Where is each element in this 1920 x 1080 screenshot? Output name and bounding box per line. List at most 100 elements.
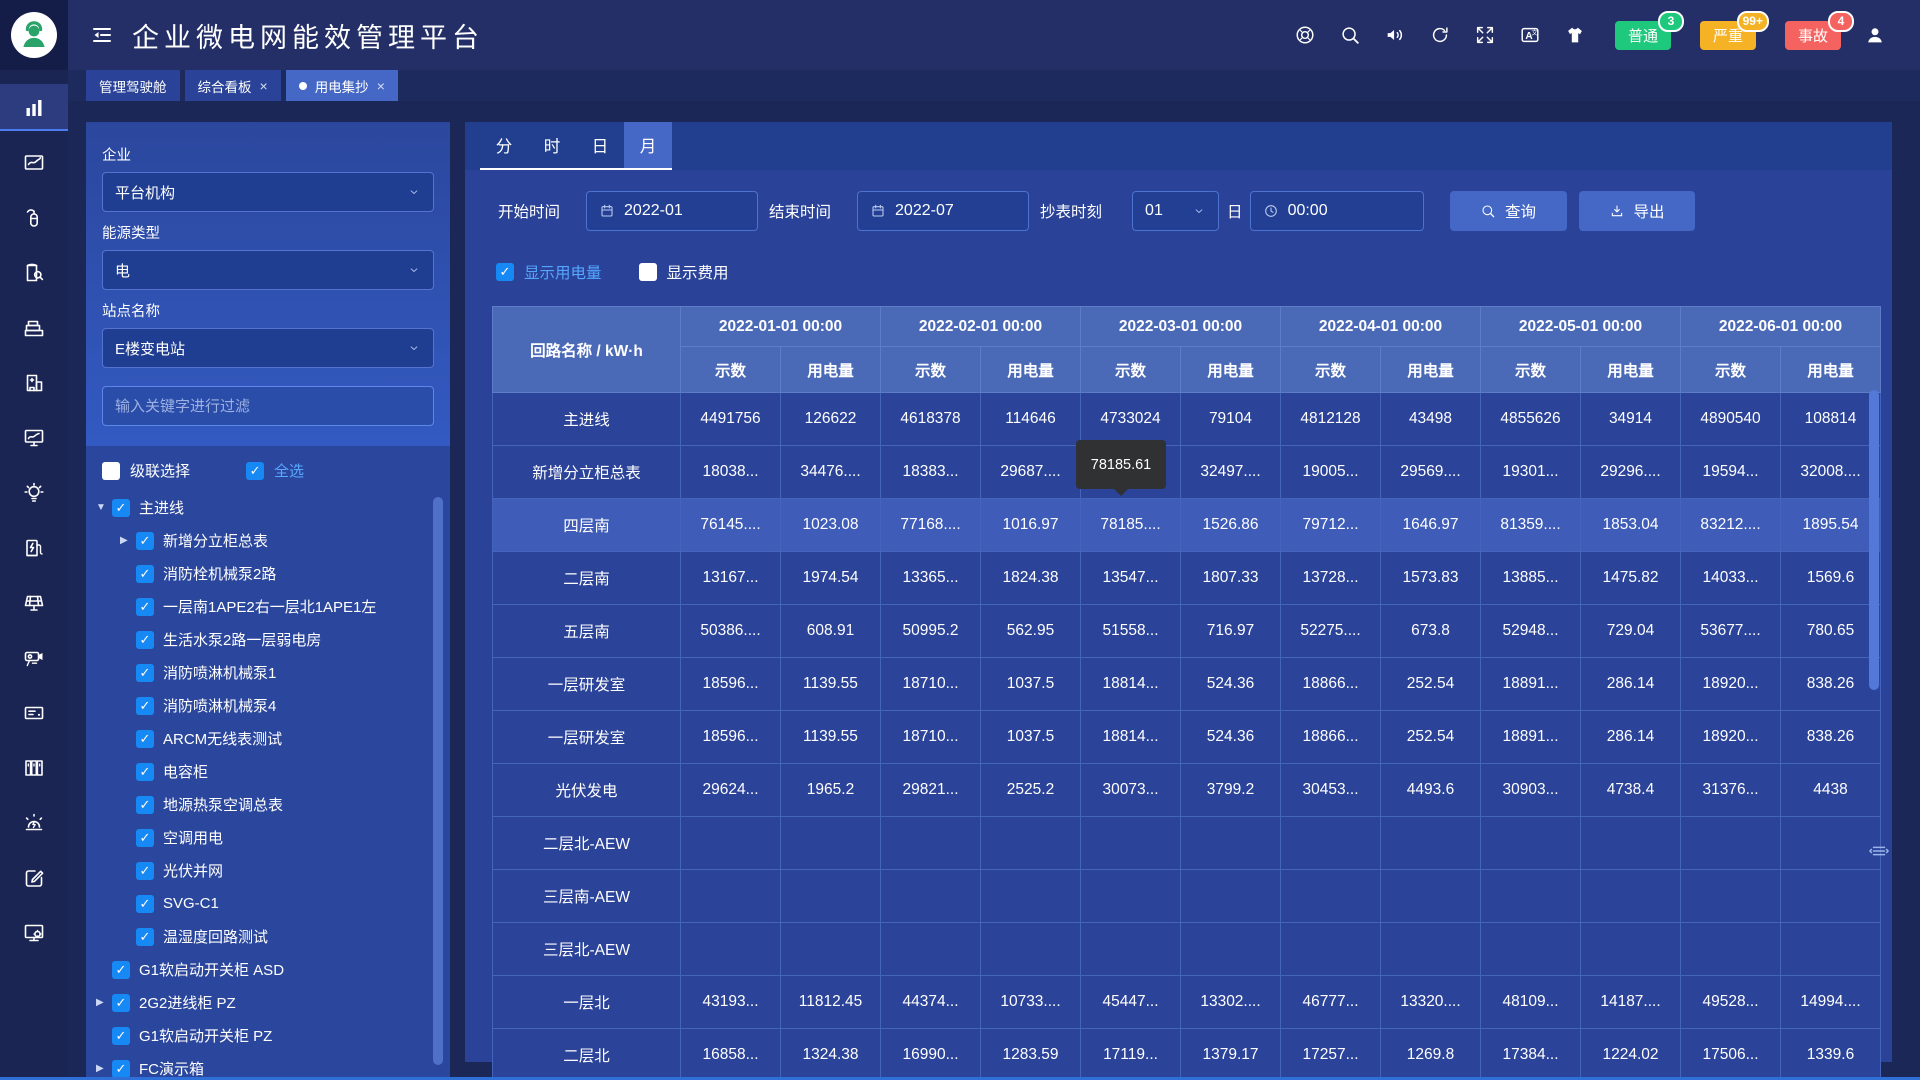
nav-tab-0[interactable]: 管理驾驶舱 <box>86 70 180 101</box>
sidebar-item-screen-settings[interactable] <box>0 909 68 956</box>
nav-tab-1[interactable]: 综合看板× <box>185 70 281 101</box>
tree-item-checkbox[interactable]: ✓ <box>136 598 154 616</box>
end-date-input[interactable]: 2022-07 <box>857 191 1029 231</box>
show-energy-checkbox[interactable]: ✓ <box>496 263 514 281</box>
table-row[interactable]: 四层南76145....1023.0877168....1016.9778185… <box>493 499 1881 552</box>
tree-item-checkbox[interactable]: ✓ <box>136 928 154 946</box>
caret-right-icon[interactable]: ▶ <box>96 1063 112 1074</box>
meter-day-select[interactable]: 01 <box>1132 191 1219 231</box>
language-icon[interactable]: A文 <box>1519 24 1541 46</box>
tree-search-input[interactable] <box>102 386 434 426</box>
sidebar-item-monitor-chart[interactable] <box>0 414 68 461</box>
tree-item[interactable]: ✓SVG-C1 <box>96 887 450 920</box>
sound-icon[interactable] <box>1384 24 1406 46</box>
sidebar-item-bulb[interactable] <box>0 469 68 516</box>
show-cost-checkbox[interactable] <box>639 263 657 281</box>
tree-item[interactable]: ✓ARCM无线表测试 <box>96 722 450 755</box>
tree-item[interactable]: ✓消防喷淋机械泵4 <box>96 689 450 722</box>
tree-item[interactable]: ✓消防喷淋机械泵1 <box>96 656 450 689</box>
tree-item-checkbox[interactable]: ✓ <box>112 1060 130 1078</box>
tree-item-checkbox[interactable]: ✓ <box>136 895 154 913</box>
app-logo[interactable] <box>11 12 57 58</box>
table-row[interactable]: 主进线4491756126622461837811464647330247910… <box>493 393 1881 446</box>
query-button[interactable]: 查询 <box>1450 191 1567 231</box>
tree-scrollbar-thumb[interactable] <box>433 497 443 1065</box>
sidebar-item-edit[interactable] <box>0 854 68 901</box>
energy-type-select[interactable]: 电 <box>102 250 434 290</box>
tree-item-checkbox[interactable]: ✓ <box>136 829 154 847</box>
tree-item[interactable]: ✓消防栓机械泵2路 <box>96 557 450 590</box>
tree-item[interactable]: ✓一层南1APE2右一层北1APE1左 <box>96 590 450 623</box>
tree-item[interactable]: ✓G1软启动开关柜 PZ <box>96 1019 450 1052</box>
tree-item-checkbox[interactable]: ✓ <box>136 697 154 715</box>
start-date-input[interactable]: 2022-01 <box>586 191 758 231</box>
close-tab-icon[interactable]: × <box>377 78 385 94</box>
collapse-sidebar-icon[interactable] <box>90 23 114 47</box>
tree-item[interactable]: ✓温湿度回路测试 <box>96 920 450 953</box>
sidebar-item-solar-panel[interactable] <box>0 579 68 626</box>
station-select[interactable]: E楼变电站 <box>102 328 434 368</box>
company-select[interactable]: 平台机构 <box>102 172 434 212</box>
period-tab-month[interactable]: 月 <box>624 122 672 168</box>
sidebar-item-trend-chart[interactable] <box>0 139 68 186</box>
tree-item-checkbox[interactable]: ✓ <box>136 730 154 748</box>
table-row[interactable]: 一层研发室18596...1139.5518710...1037.518814.… <box>493 658 1881 711</box>
tree-item-checkbox[interactable]: ✓ <box>136 862 154 880</box>
caret-right-icon[interactable]: ▶ <box>96 997 112 1008</box>
refresh-icon[interactable] <box>1429 24 1451 46</box>
tree-item[interactable]: ✓光伏并网 <box>96 854 450 887</box>
tree-item[interactable]: ✓地源热泵空调总表 <box>96 788 450 821</box>
nav-tab-2[interactable]: 用电集抄× <box>286 70 398 101</box>
tree-item-checkbox[interactable]: ✓ <box>112 499 130 517</box>
export-button[interactable]: 导出 <box>1579 191 1695 231</box>
period-tab-day[interactable]: 日 <box>576 122 624 168</box>
sidebar-item-building[interactable] <box>0 359 68 406</box>
tree-item[interactable]: ▶✓2G2进线柜 PZ <box>96 986 450 1019</box>
sidebar-item-cabinet[interactable] <box>0 744 68 791</box>
user-icon[interactable] <box>1864 24 1886 46</box>
table-row[interactable]: 一层研发室18596...1139.5518710...1037.518814.… <box>493 711 1881 764</box>
sidebar-item-inspection[interactable] <box>0 249 68 296</box>
sidebar-item-ev-charger[interactable] <box>0 524 68 571</box>
table-vertical-scrollbar-thumb[interactable] <box>1869 390 1879 690</box>
table-row[interactable]: 五层南50386....608.9150995.2562.9551558...7… <box>493 605 1881 658</box>
tree-item-checkbox[interactable]: ✓ <box>136 565 154 583</box>
alarm-badge-1[interactable]: 严重99+ <box>1700 21 1756 50</box>
caret-down-icon[interactable]: ▼ <box>96 502 112 513</box>
sidebar-item-bar-chart[interactable] <box>0 84 68 131</box>
fullscreen-icon[interactable] <box>1474 24 1496 46</box>
alarm-badge-0[interactable]: 普通3 <box>1615 21 1671 50</box>
cascade-checkbox[interactable] <box>102 462 120 480</box>
tree-item-checkbox[interactable]: ✓ <box>136 532 154 550</box>
help-icon[interactable] <box>1294 24 1316 46</box>
sidebar-item-server[interactable] <box>0 689 68 736</box>
close-tab-icon[interactable]: × <box>260 78 268 94</box>
tree-item[interactable]: ✓空调用电 <box>96 821 450 854</box>
table-row[interactable]: 三层南-AEW <box>493 870 1881 923</box>
tree-item[interactable]: ▼✓主进线 <box>96 491 450 524</box>
caret-right-icon[interactable]: ▶ <box>120 535 136 546</box>
tree-item-checkbox[interactable]: ✓ <box>112 1027 130 1045</box>
sidebar-item-alarm[interactable] <box>0 799 68 846</box>
meter-clock-input[interactable]: 00:00 <box>1250 191 1424 231</box>
tree-item[interactable]: ▶✓新增分立柜总表 <box>96 524 450 557</box>
sidebar-item-fire-extinguisher[interactable] <box>0 194 68 241</box>
table-row[interactable]: 三层北-AEW <box>493 923 1881 976</box>
table-row[interactable]: 二层北16858...1324.3816990...1283.5917119..… <box>493 1029 1881 1080</box>
tree-item-checkbox[interactable]: ✓ <box>112 961 130 979</box>
table-row[interactable]: 光伏发电29624...1965.229821...2525.230073...… <box>493 764 1881 817</box>
tree-item-checkbox[interactable]: ✓ <box>136 763 154 781</box>
tree-item[interactable]: ▶✓FC演示箱 <box>96 1052 450 1080</box>
select-all-checkbox[interactable]: ✓ <box>246 462 264 480</box>
table-row[interactable]: 一层北43193...11812.4544374...10733....4544… <box>493 976 1881 1029</box>
tree-item[interactable]: ✓生活水泵2路一层弱电房 <box>96 623 450 656</box>
sidebar-item-machine[interactable] <box>0 304 68 351</box>
table-row[interactable]: 二层南13167...1974.5413365...1824.3813547..… <box>493 552 1881 605</box>
theme-icon[interactable] <box>1564 24 1586 46</box>
tree-item[interactable]: ✓G1软启动开关柜 ASD <box>96 953 450 986</box>
tree-item-checkbox[interactable]: ✓ <box>112 994 130 1012</box>
sidebar-item-camera[interactable] <box>0 634 68 681</box>
period-tab-hour[interactable]: 时 <box>528 122 576 168</box>
tree-item-checkbox[interactable]: ✓ <box>136 664 154 682</box>
tree-item[interactable]: ✓电容柜 <box>96 755 450 788</box>
